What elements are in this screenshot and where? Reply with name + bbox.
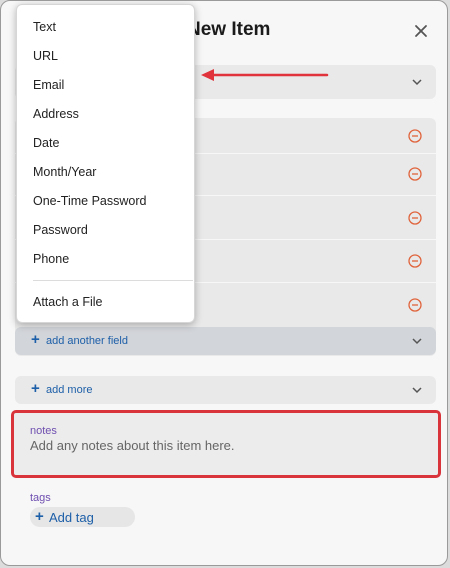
menu-item-text[interactable]: Text [33,20,56,34]
add-tag-button[interactable]: + Add tag [30,507,135,527]
close-icon [415,25,427,37]
notes-field[interactable]: notes Add any notes about this item here… [11,410,441,478]
menu-item-attach-file[interactable]: Attach a File [33,295,102,309]
remove-field-icon[interactable] [408,254,422,268]
annotation-arrow [201,69,329,81]
add-tag-label: Add tag [49,510,94,525]
remove-field-icon[interactable] [408,167,422,181]
chevron-down-icon [412,387,422,394]
add-more-button[interactable]: + add more [15,376,436,404]
menu-item-password[interactable]: Password [33,223,88,237]
menu-item-month-year[interactable]: Month/Year [33,165,96,179]
notes-label: notes [30,425,57,437]
notes-placeholder: Add any notes about this item here. [30,438,235,453]
menu-item-url[interactable]: URL [33,49,58,63]
remove-field-icon[interactable] [408,211,422,225]
dialog-title: New Item [187,19,271,40]
remove-field-icon[interactable] [408,298,422,312]
field-type-menu: Text URL Email Address Date Month/Year O… [16,4,195,323]
chevron-down-icon [412,338,422,345]
menu-divider [33,280,193,281]
menu-item-one-time-password[interactable]: One-Time Password [33,194,146,208]
plus-icon: + [31,380,40,397]
add-another-field-label: add another field [46,335,128,347]
menu-item-address[interactable]: Address [33,107,79,121]
menu-item-email[interactable]: Email [33,78,64,92]
new-item-dialog: New Item + add another field + add more … [0,0,448,566]
add-more-label: add more [46,384,93,396]
plus-icon: + [35,508,44,525]
add-another-field-button[interactable]: + add another field [15,327,436,355]
tags-label: tags [30,492,51,504]
menu-item-phone[interactable]: Phone [33,252,69,266]
menu-item-date[interactable]: Date [33,136,59,150]
close-button[interactable] [407,17,435,45]
chevron-down-icon [412,79,422,86]
remove-field-icon[interactable] [408,129,422,143]
plus-icon: + [31,331,40,348]
